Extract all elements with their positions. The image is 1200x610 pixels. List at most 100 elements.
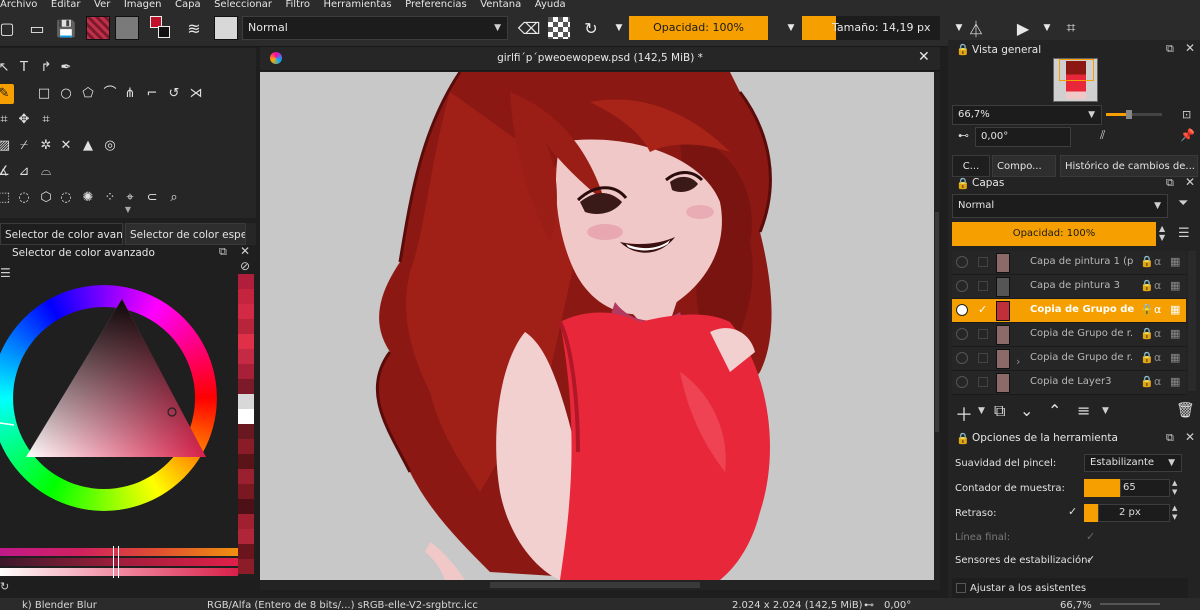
palette-swatch[interactable] [238, 364, 254, 379]
visibility-icon[interactable] [956, 376, 968, 388]
smart-patch-icon[interactable]: ✲ [36, 136, 56, 156]
palette-swatch[interactable] [238, 469, 254, 484]
alpha-lock-icon[interactable]: ▦ [1170, 375, 1180, 388]
menu-editar[interactable]: Editar [51, 0, 81, 9]
refresh-icon[interactable]: ↻ [0, 580, 9, 593]
palette-swatch[interactable] [238, 544, 254, 559]
close-icon[interactable]: ✕ [240, 244, 250, 258]
alpha-lock-icon[interactable]: ▦ [1170, 255, 1180, 268]
text-tool-icon[interactable]: T [14, 58, 34, 78]
menu-ayuda[interactable]: Ayuda [535, 0, 566, 9]
menu-ventana[interactable]: Ventana [480, 0, 521, 9]
assistant-tool-icon[interactable]: ✕ [56, 136, 76, 156]
alpha-icon[interactable]: α [1154, 303, 1161, 316]
brush-settings-icon[interactable]: ≋ [183, 17, 205, 39]
palette-swatch[interactable] [238, 319, 254, 334]
visibility-icon[interactable] [956, 256, 968, 268]
palette-swatch[interactable] [238, 529, 254, 544]
hue-cursor[interactable] [0, 422, 15, 426]
close-document-icon[interactable]: ✕ [918, 49, 930, 65]
dynamic-brush-icon[interactable]: ↺ [164, 84, 184, 104]
float-panel-icon[interactable]: ⧉ [219, 245, 227, 259]
tab-specific-color-selector[interactable]: Selector de color espe... [125, 223, 246, 245]
menu-filtro[interactable]: Filtro [285, 0, 310, 9]
move-layer-up-icon[interactable]: ⌃ [1048, 401, 1061, 420]
menu-capa[interactable]: Capa [175, 0, 201, 9]
menu-herramientas[interactable]: Herramientas [324, 0, 392, 9]
alpha-icon[interactable]: α [1154, 279, 1161, 292]
fg-bg-color-swatch[interactable] [148, 16, 172, 40]
visibility-icon[interactable] [956, 328, 968, 340]
layer-select-checkbox[interactable] [978, 377, 988, 387]
bezier-tool-icon[interactable]: ⋔ [120, 84, 140, 104]
snap-checkbox[interactable] [956, 583, 966, 593]
reload-icon[interactable]: ↻ [580, 17, 602, 39]
layer-select-checkbox[interactable] [978, 281, 988, 291]
menu-archivo[interactable]: Archivo [0, 0, 37, 9]
layer-select-checkbox[interactable] [978, 353, 988, 363]
measure-tool-icon[interactable]: ∡ [0, 162, 14, 182]
menu-ver[interactable]: Ver [94, 0, 110, 9]
layer-row[interactable]: Capa de pintura 3 🔒 α ▦ [952, 275, 1186, 299]
opacity-stepper[interactable]: ▲ ▼ [1159, 224, 1165, 242]
layer-select-checkbox[interactable]: ✓ [978, 304, 988, 315]
lock-icon[interactable]: 🔒 [956, 43, 970, 56]
alpha-icon[interactable]: α [1154, 375, 1161, 388]
artwork-illustration[interactable] [260, 72, 934, 580]
perspective-icon[interactable]: ⌓ [36, 162, 56, 182]
alpha-icon[interactable]: α [1154, 351, 1161, 364]
palette-swatch[interactable] [238, 379, 254, 394]
close-icon[interactable]: ✕ [1185, 175, 1195, 189]
canvas[interactable] [260, 72, 934, 580]
enclose-fill-icon[interactable]: ◎ [100, 136, 120, 156]
color-wheel[interactable] [0, 275, 240, 550]
move-tool-icon[interactable]: ✥ [14, 110, 34, 130]
alpha-lock-icon[interactable]: ▦ [1170, 303, 1180, 316]
tab-advanced-color-selector[interactable]: Selector de color avan... [0, 223, 123, 245]
zoom-fit-icon[interactable]: ⊡ [1182, 108, 1191, 121]
pin-icon[interactable]: 📌 [1180, 128, 1195, 142]
freehand-brush-icon[interactable]: ✎ [0, 84, 14, 104]
duplicate-layer-icon[interactable]: ⧉ [994, 401, 1005, 421]
open-document-icon[interactable]: ▭ [26, 17, 48, 39]
layer-select-checkbox[interactable] [978, 329, 988, 339]
horizontal-scroll-thumb[interactable] [490, 582, 700, 588]
color-picker-icon[interactable]: ⌿ [14, 136, 34, 156]
layer-properties-icon[interactable]: ≡ [1077, 401, 1090, 420]
lock-icon[interactable]: 🔒 [1140, 255, 1154, 268]
palette-swatch[interactable] [238, 304, 254, 319]
freehand-path-icon[interactable]: ⌐ [142, 84, 162, 104]
size-slider[interactable]: Tamaño: 14,19 px [802, 16, 940, 40]
sample-count-stepper[interactable]: ▲ ▼ [1172, 479, 1177, 497]
slider-cursor[interactable] [113, 546, 119, 578]
layer-opacity-slider[interactable]: Opacidad: 100% [952, 222, 1156, 246]
chevron-down-icon[interactable]: ▼ [1036, 17, 1058, 39]
menu-imagen[interactable]: Imagen [124, 0, 162, 9]
palette-swatch[interactable] [238, 274, 254, 289]
alpha-lock-icon[interactable]: ▦ [1170, 351, 1180, 364]
layer-select-checkbox[interactable] [978, 257, 988, 267]
layers-scrollbar[interactable] [1188, 251, 1196, 391]
overview-zoom-slider[interactable] [1106, 110, 1162, 119]
polyline-tool-icon[interactable]: ⌒ [100, 84, 120, 104]
transform-tool-icon[interactable]: ⌗ [0, 110, 14, 130]
crop-tool-icon[interactable]: ⌗ [36, 110, 56, 130]
alpha-lock-icon[interactable]: ▦ [1170, 327, 1180, 340]
delete-layer-icon[interactable]: 🗑 [1176, 401, 1195, 419]
lock-icon[interactable]: 🔒 [1140, 327, 1154, 340]
chevron-down-icon[interactable]: ▼ [1102, 406, 1109, 416]
new-document-icon[interactable]: ▢ [0, 17, 18, 39]
select-shapes-icon[interactable]: ↖ [0, 58, 14, 78]
visibility-icon[interactable] [956, 280, 968, 292]
palette-swatch[interactable] [238, 514, 254, 529]
vertical-scrollbar[interactable] [934, 72, 940, 580]
mirror-view-icon[interactable]: ⫽ [1100, 128, 1105, 143]
alpha-lock-icon[interactable]: ▦ [1170, 279, 1180, 292]
menu-seleccionar[interactable]: Seleccionar [214, 0, 272, 9]
color-history-palette[interactable] [238, 274, 254, 574]
palette-swatch[interactable] [238, 349, 254, 364]
overview-zoom-handle[interactable] [1126, 110, 1132, 119]
alpha-lock-icon[interactable] [548, 17, 570, 39]
blend-mode-dropdown[interactable]: Normal ▼ [242, 16, 508, 40]
layer-row[interactable]: Capa de pintura 1 (p... 🔒 α ▦ [952, 251, 1186, 275]
